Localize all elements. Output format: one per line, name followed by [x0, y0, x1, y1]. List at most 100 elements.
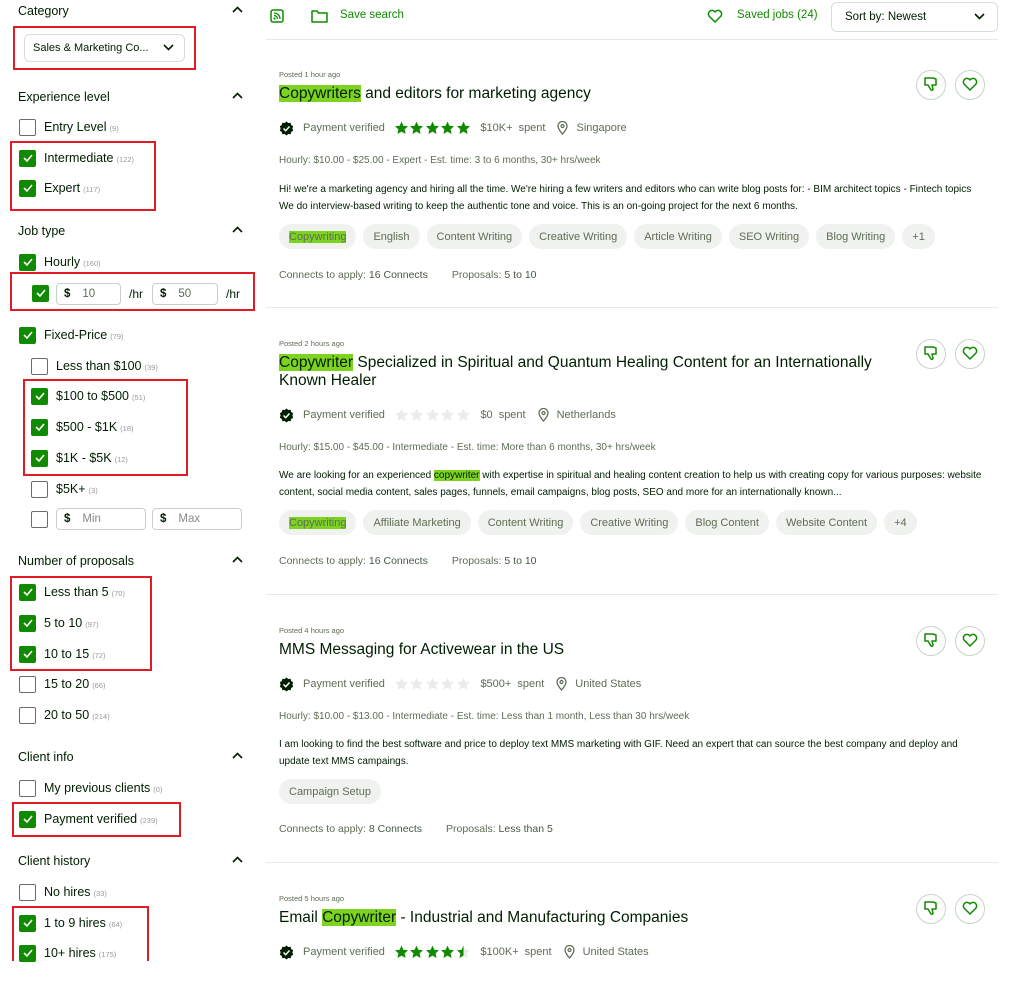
filter-less-than-5[interactable]: Less than 5 (70) [19, 582, 125, 602]
skill-tag[interactable]: Campaign Setup [279, 779, 381, 804]
filter-500-to-1k[interactable]: $500 - $1K (18) [31, 417, 134, 437]
dislike-button[interactable] [916, 339, 946, 369]
checkbox[interactable] [19, 883, 36, 901]
filter-1-to-9-hires[interactable]: 1 to 9 hires (64) [19, 913, 122, 933]
skill-tag[interactable]: Copywriting [279, 224, 357, 249]
job-title[interactable]: Email Copywriter - Industrial and Manufa… [279, 909, 889, 927]
chevron-up-icon[interactable] [232, 752, 243, 762]
skill-tag[interactable]: Blog Content [685, 510, 769, 535]
filter-100-to-500[interactable]: $100 to $500 (51) [31, 386, 145, 406]
skill-tag[interactable]: English [363, 224, 420, 249]
category-select[interactable]: Sales & Marketing Co... [24, 34, 185, 62]
job-title[interactable]: Copywriters and editors for marketing ag… [279, 85, 889, 103]
skill-tag[interactable]: Website Content [775, 510, 878, 535]
checkbox[interactable] [19, 614, 36, 632]
filter-no-hires[interactable]: No hires (33) [19, 882, 107, 902]
filter-expert[interactable]: Expert (117) [19, 178, 100, 198]
dislike-button[interactable] [916, 894, 946, 924]
dislike-button[interactable] [916, 626, 946, 656]
job-card[interactable]: Posted 2 hours ago Copywriter Specialize… [279, 339, 991, 579]
job-title[interactable]: MMS Messaging for Activewear in the US [279, 641, 889, 659]
save-job-button[interactable] [955, 894, 985, 924]
checkbox[interactable] [31, 510, 48, 528]
price-max-input[interactable]: $ Max [152, 508, 242, 530]
skill-tag[interactable]: Content Writing [477, 510, 574, 535]
filter-5-to-10[interactable]: 5 to 10 (97) [19, 613, 99, 633]
chevron-up-icon[interactable] [232, 6, 243, 16]
skill-tag[interactable]: Creative Writing [529, 224, 628, 249]
filter-intermediate[interactable]: Intermediate (122) [19, 148, 134, 168]
checkbox[interactable] [19, 326, 36, 344]
checkbox[interactable] [31, 480, 48, 498]
filter-15-to-20[interactable]: 15 to 20 (66) [19, 674, 106, 694]
checkbox[interactable] [32, 284, 49, 302]
chevron-up-icon[interactable] [232, 226, 243, 236]
job-title[interactable]: Copywriter Specialized in Spiritual and … [279, 354, 889, 390]
checkbox[interactable] [19, 779, 36, 797]
filter-1k-to-5k[interactable]: $1K - $5K (12) [31, 448, 128, 468]
checkbox[interactable] [19, 253, 36, 271]
checkbox[interactable] [19, 706, 36, 724]
checkbox[interactable] [31, 357, 48, 375]
filter-hourly-rate[interactable] [32, 283, 49, 303]
filter-hourly[interactable]: Hourly (160) [19, 252, 101, 272]
filter-10-to-15[interactable]: 10 to 15 (72) [19, 644, 106, 664]
job-card[interactable]: Posted 5 hours ago Email Copywriter - In… [279, 894, 991, 974]
filter-previous-clients[interactable]: My previous clients (0) [19, 778, 162, 798]
skill-tag[interactable]: +1 [902, 224, 935, 249]
save-job-button[interactable] [955, 70, 985, 100]
filter-10-plus-hires[interactable]: 10+ hires (175) [19, 943, 116, 963]
skill-tag[interactable]: +4 [884, 510, 917, 535]
hourly-max-input[interactable]: $ 50 [152, 283, 218, 305]
checkbox[interactable] [19, 179, 36, 197]
checkbox[interactable] [19, 914, 36, 932]
filter-entry-level[interactable]: Entry Level (9) [19, 117, 119, 137]
skill-tag[interactable]: Copywriting [279, 510, 357, 535]
dislike-button[interactable] [916, 70, 946, 100]
checkbox[interactable] [19, 944, 36, 962]
checkbox[interactable] [31, 387, 48, 405]
save-search-link[interactable]: Save search [340, 9, 404, 21]
job-type-header[interactable]: Job type [18, 222, 243, 240]
client-info-header[interactable]: Client info [18, 748, 243, 766]
checkbox[interactable] [31, 418, 48, 436]
posted-time: Posted 2 hours ago [279, 339, 345, 348]
skill-tag[interactable]: SEO Writing [728, 224, 810, 249]
job-card[interactable]: Posted 1 hour ago Copywriters and editor… [279, 70, 991, 300]
experience-header[interactable]: Experience level [18, 88, 243, 106]
job-card[interactable]: Posted 4 hours ago MMS Messaging for Act… [279, 626, 991, 846]
skill-tag[interactable]: Creative Writing [580, 510, 679, 535]
chevron-up-icon[interactable] [232, 856, 243, 866]
heart-icon[interactable] [707, 9, 723, 23]
skill-tag[interactable]: Blog Writing [816, 224, 896, 249]
proposals-header[interactable]: Number of proposals [18, 552, 243, 570]
category-header[interactable]: Category [18, 2, 243, 20]
skill-tag[interactable]: Content Writing [426, 224, 523, 249]
checkbox[interactable] [19, 675, 36, 693]
chevron-up-icon[interactable] [232, 92, 243, 102]
saved-jobs-link[interactable]: Saved jobs (24) [737, 9, 818, 21]
filter-5k-plus[interactable]: $5K+ (3) [31, 479, 98, 499]
skill-tag[interactable]: Article Writing [634, 224, 722, 249]
chevron-up-icon[interactable] [232, 556, 243, 566]
client-history-header[interactable]: Client history [18, 852, 243, 870]
checkbox[interactable] [19, 583, 36, 601]
filter-payment-verified[interactable]: Payment verified (239) [19, 809, 158, 829]
rss-icon[interactable] [270, 9, 284, 23]
filter-less-than-100[interactable]: Less than $100 (39) [31, 356, 158, 376]
checkbox[interactable] [19, 118, 36, 136]
save-job-button[interactable] [955, 339, 985, 369]
filter-fixed-price[interactable]: Fixed-Price (79) [19, 325, 124, 345]
price-min-input[interactable]: $ Min [56, 508, 146, 530]
checkbox[interactable] [19, 810, 36, 828]
filter-custom-price[interactable] [31, 509, 48, 529]
checkbox[interactable] [19, 645, 36, 663]
checkbox[interactable] [19, 149, 36, 167]
save-job-button[interactable] [955, 626, 985, 656]
filter-20-to-50[interactable]: 20 to 50 (214) [19, 705, 110, 725]
folder-icon[interactable] [311, 9, 328, 23]
hourly-min-input[interactable]: $ 10 [56, 283, 121, 305]
checkbox[interactable] [31, 449, 48, 467]
sort-select[interactable]: Sort by: Newest [831, 2, 998, 32]
skill-tag[interactable]: Affiliate Marketing [363, 510, 471, 535]
